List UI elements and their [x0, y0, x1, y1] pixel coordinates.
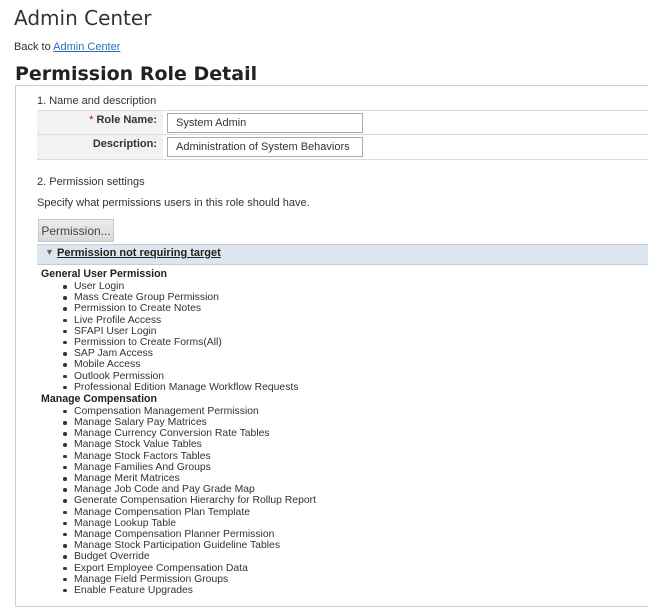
permission-item: SAP Jam Access — [63, 348, 641, 359]
app-title: Admin Center — [14, 6, 152, 30]
permission-item: Manage Currency Conversion Rate Tables — [63, 428, 641, 439]
role-name-label-cell: * Role Name: — [37, 111, 163, 135]
permission-item: Manage Job Code and Pay Grade Map — [63, 484, 641, 495]
permission-item: Manage Lookup Table — [63, 518, 641, 529]
permission-item: Mass Create Group Permission — [63, 292, 641, 303]
description-label: Description: — [37, 135, 163, 159]
permission-item: Mobile Access — [63, 359, 641, 370]
permission-groups: General User Permission User Login Mass Cr… — [41, 268, 641, 596]
permission-item: Manage Stock Value Tables — [63, 439, 641, 450]
back-row: Back to Admin Center — [14, 41, 120, 53]
required-marker: * — [89, 114, 94, 126]
permission-item: Generate Compensation Hierarchy for Roll… — [63, 495, 641, 506]
permission-item: Compensation Management Permission — [63, 406, 641, 417]
role-detail-panel: 1. Name and description * Role Name: Des… — [15, 85, 648, 607]
back-to-admin-center-link[interactable]: Admin Center — [53, 41, 120, 53]
permission-item: Manage Compensation Planner Permission — [63, 529, 641, 540]
role-name-row: * Role Name: — [37, 110, 648, 135]
permission-item: Manage Field Permission Groups — [63, 574, 641, 585]
permission-item: Permission to Create Forms(All) — [63, 337, 641, 348]
permission-hint: Specify what permissions users in this r… — [37, 197, 310, 209]
back-prefix: Back to — [14, 41, 54, 53]
permission-item: Manage Merit Matrices — [63, 473, 641, 484]
permission-button[interactable]: Permission... — [38, 219, 114, 242]
permission-item: User Login — [63, 281, 641, 292]
permission-list: User Login Mass Create Group Permission Pe… — [41, 281, 641, 393]
permission-item: Manage Compensation Plan Template — [63, 507, 641, 518]
permission-item: Export Employee Compensation Data — [63, 563, 641, 574]
description-row: Description: — [37, 134, 648, 160]
permission-item: Live Profile Access — [63, 315, 641, 326]
permission-item: Outlook Permission — [63, 371, 641, 382]
role-name-label: Role Name: — [96, 114, 157, 126]
section-name-description-heading: 1. Name and description — [37, 95, 157, 107]
permission-group-title: Manage Compensation — [41, 392, 157, 405]
permission-item: Manage Stock Participation Guideline Tab… — [63, 540, 641, 551]
permission-not-requiring-target-label: Permission not requiring target — [57, 247, 221, 259]
permission-item: Manage Families And Groups — [63, 462, 641, 473]
permission-item: Budget Override — [63, 551, 641, 562]
chevron-down-icon: ▼ — [45, 247, 54, 257]
page-title: Permission Role Detail — [15, 63, 258, 85]
permission-list: Compensation Management Permission Manage… — [41, 406, 641, 596]
role-name-input[interactable] — [167, 113, 363, 133]
permission-group: Manage Compensation Compensation Manageme… — [41, 393, 641, 596]
description-input[interactable] — [167, 137, 363, 157]
permission-item: Manage Stock Factors Tables — [63, 451, 641, 462]
section-permission-settings-heading: 2. Permission settings — [37, 176, 145, 188]
permission-item: Professional Edition Manage Workflow Req… — [63, 382, 641, 393]
permission-item: Permission to Create Notes — [63, 303, 641, 314]
permission-item: Enable Feature Upgrades — [63, 585, 641, 596]
permission-not-requiring-target-toggle[interactable]: ▼ Permission not requiring target — [37, 244, 648, 265]
permission-group: General User Permission User Login Mass Cr… — [41, 268, 641, 393]
permission-group-title: General User Permission — [41, 268, 168, 280]
permission-item: Manage Salary Pay Matrices — [63, 417, 641, 428]
permission-item: SFAPI User Login — [63, 326, 641, 337]
